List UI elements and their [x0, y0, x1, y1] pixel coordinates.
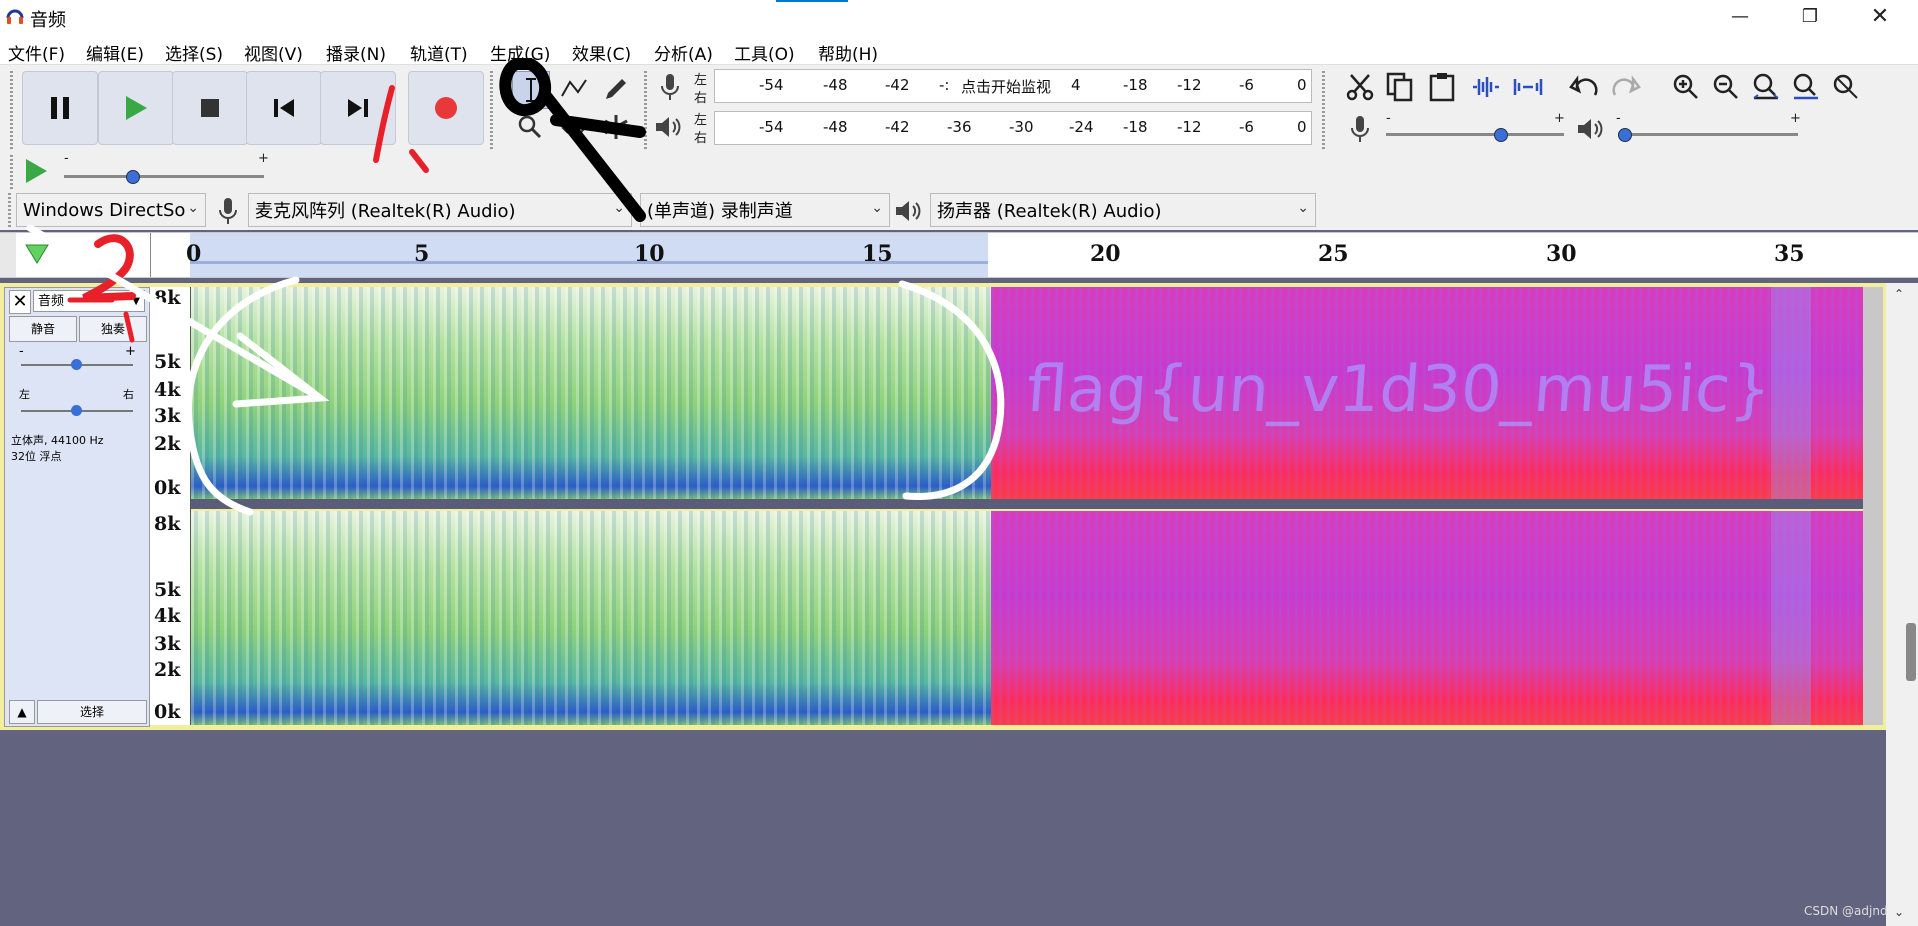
annotation-stroke	[82, 234, 136, 302]
annotation-stroke	[185, 276, 300, 516]
annotation-stroke	[540, 90, 646, 222]
annotation-stroke	[898, 280, 1005, 501]
annotation-stroke	[373, 85, 395, 163]
annotation-step-1: 1	[390, 119, 391, 121]
annotation-stroke	[26, 224, 330, 408]
annotation-stroke	[67, 297, 135, 343]
annotation-overlay: 1 2	[26, 58, 1005, 516]
annotation-stroke	[499, 58, 552, 116]
annotation-stroke	[409, 149, 429, 173]
watermark: CSDN @adjnd	[1804, 904, 1888, 918]
